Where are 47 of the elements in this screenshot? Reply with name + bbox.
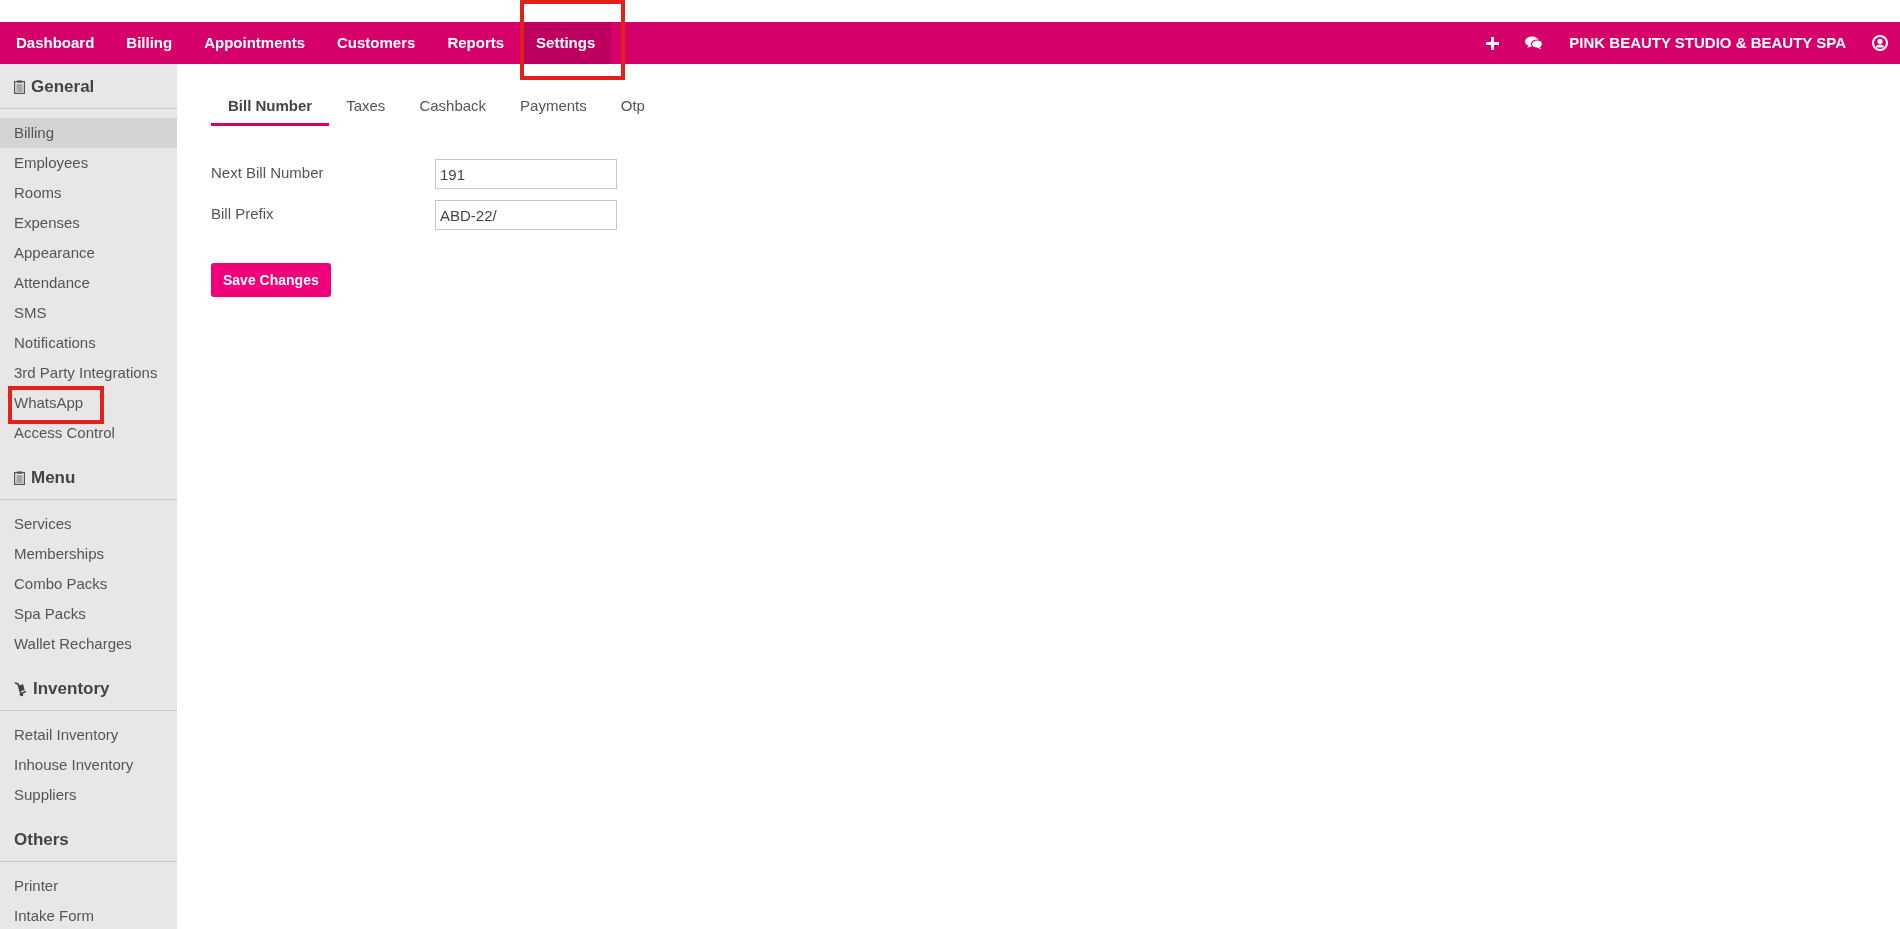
sidebar-item[interactable]: Appearance — [0, 238, 177, 268]
sidebar-item[interactable]: Printer — [0, 871, 177, 901]
section-heading: General — [31, 76, 95, 99]
user-account-icon[interactable] — [1872, 35, 1888, 51]
sidebar-item[interactable]: Suppliers — [0, 780, 177, 810]
tab[interactable]: Otp — [603, 90, 662, 126]
clipboard-icon — [14, 80, 25, 94]
sidebar-item[interactable]: Services — [0, 509, 177, 539]
sidebar-item[interactable]: Spa Packs — [0, 599, 177, 629]
text-input[interactable]: 191 — [435, 159, 617, 189]
sidebar-item[interactable]: WhatsApp — [0, 388, 177, 418]
nav-link[interactable]: Billing — [110, 22, 189, 64]
sidebar-item[interactable]: Access Control — [0, 418, 177, 448]
sidebar-item[interactable]: Wallet Recharges — [0, 629, 177, 659]
sidebar-item[interactable]: SMS — [0, 298, 177, 328]
section-heading: Menu — [31, 467, 76, 490]
sidebar-item[interactable]: Inhouse Inventory — [0, 750, 177, 780]
nav-link[interactable]: Reports — [431, 22, 521, 64]
nav-link[interactable]: Customers — [321, 22, 432, 64]
sidebar-item[interactable]: Retail Inventory — [0, 720, 177, 750]
hand-truck-icon — [14, 681, 27, 697]
tab[interactable]: Taxes — [329, 90, 403, 126]
chat-icon[interactable] — [1525, 36, 1544, 50]
business-name[interactable]: PINK BEAUTY STUDIO & BEAUTY SPA — [1569, 31, 1846, 55]
section-heading: Inventory — [33, 678, 110, 701]
save-changes-button[interactable]: Save Changes — [211, 263, 331, 297]
field-label: Next Bill Number — [211, 163, 325, 183]
sidebar-item[interactable]: Combo Packs — [0, 569, 177, 599]
sidebar-item[interactable]: Attendance — [0, 268, 177, 298]
sidebar-item[interactable]: Billing — [0, 118, 177, 148]
field-label: Bill Prefix — [211, 204, 275, 224]
plus-icon[interactable] — [1486, 36, 1500, 50]
tab[interactable]: Cashback — [402, 90, 504, 126]
sidebar-item[interactable]: 3rd Party Integrations — [0, 358, 177, 388]
sidebar-item[interactable]: Rooms — [0, 178, 177, 208]
text-input[interactable]: ABD-22/ — [435, 200, 617, 230]
nav-link[interactable]: Dashboard — [0, 22, 111, 64]
sidebar-item[interactable]: Memberships — [0, 539, 177, 569]
tab[interactable]: Payments — [503, 90, 604, 126]
nav-link[interactable]: Appointments — [188, 22, 321, 64]
sidebar-item[interactable]: Employees — [0, 148, 177, 178]
tab[interactable]: Bill Number — [211, 90, 330, 126]
sidebar-item[interactable]: Expenses — [0, 208, 177, 238]
clipboard-icon — [14, 471, 25, 485]
sidebar-item[interactable]: Notifications — [0, 328, 177, 358]
sidebar-item[interactable]: Intake Form — [0, 901, 177, 929]
section-heading: Others — [14, 829, 69, 852]
